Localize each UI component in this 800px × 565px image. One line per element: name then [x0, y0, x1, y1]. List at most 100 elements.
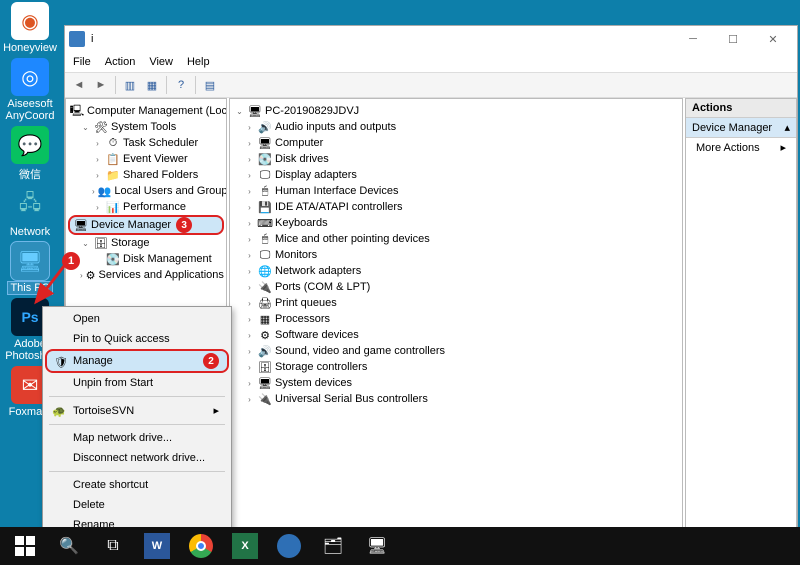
ctx-open[interactable]: Open [45, 309, 229, 329]
minimize-button[interactable]: ─ [673, 27, 713, 51]
perf-icon: 📊 [106, 200, 120, 214]
expand-icon[interactable]: › [244, 218, 255, 229]
device-category[interactable]: ›🗄Storage controllers [232, 359, 680, 375]
collapse-icon[interactable]: ⌄ [234, 106, 245, 117]
tree-local-users[interactable]: ›👥Local Users and Groups [68, 183, 224, 199]
ctx-tortoisesvn[interactable]: 🐢TortoiseSVN▸ [45, 400, 229, 421]
show-hide-tree-button[interactable]: ▥ [120, 75, 140, 95]
device-category[interactable]: ›🔊Sound, video and game controllers [232, 343, 680, 359]
desktop-icon-network[interactable]: 🖧Network [2, 186, 58, 238]
properties-button[interactable]: ▦ [142, 75, 162, 95]
actions-more[interactable]: More Actions▸ [686, 138, 796, 157]
device-category[interactable]: ›🔌Universal Serial Bus controllers [232, 391, 680, 407]
expand-icon[interactable]: › [92, 154, 103, 165]
expand-icon[interactable]: › [244, 122, 255, 133]
taskbar-mmc[interactable]: 🖥 [356, 529, 398, 563]
desktop-icon-honeyview[interactable]: ◉Honeyview [2, 2, 58, 54]
expand-icon[interactable]: › [244, 330, 255, 341]
help-button[interactable]: ? [171, 75, 191, 95]
taskbar-excel[interactable]: X [224, 529, 266, 563]
start-button[interactable] [4, 529, 46, 563]
device-category[interactable]: ›⚙Software devices [232, 327, 680, 343]
users-icon: 👥 [98, 184, 112, 198]
ctx-delete[interactable]: Delete [45, 495, 229, 515]
ctx-manage[interactable]: 🛡Manage2 [45, 349, 229, 373]
desktop-icon-aiseesoft[interactable]: ◎Aiseesoft AnyCoord [2, 58, 58, 122]
tree-task-scheduler[interactable]: ›⏱Task Scheduler [68, 135, 224, 151]
expand-icon[interactable]: › [244, 394, 255, 405]
taskbar-app-blue[interactable] [268, 529, 310, 563]
tree-root[interactable]: 🖳Computer Management (Local [68, 103, 224, 119]
taskbar-word[interactable]: W [136, 529, 178, 563]
ctx-unpin-start[interactable]: Unpin from Start [45, 373, 229, 393]
tree-system-tools[interactable]: ⌄🛠System Tools [68, 119, 224, 135]
taskbar-explorer[interactable]: 🗂 [312, 529, 354, 563]
scan-button[interactable]: ▤ [200, 75, 220, 95]
expand-icon[interactable]: › [244, 202, 255, 213]
collapse-icon[interactable]: ⌄ [80, 122, 91, 133]
expand-icon[interactable]: › [80, 270, 83, 281]
tree-shared-folders[interactable]: ›📁Shared Folders [68, 167, 224, 183]
expand-icon[interactable]: › [244, 298, 255, 309]
device-category[interactable]: ›▦Processors [232, 311, 680, 327]
device-category[interactable]: ›🖨Print queues [232, 295, 680, 311]
expand-icon[interactable]: › [244, 138, 255, 149]
tree-event-viewer[interactable]: ›📋Event Viewer [68, 151, 224, 167]
device-tree-root[interactable]: ⌄🖥PC-20190829JDVJ [232, 103, 680, 119]
desktop-icon-wechat[interactable]: 💬微信 [2, 126, 58, 182]
expand-icon[interactable]: › [244, 154, 255, 165]
device-category[interactable]: ›🖥Computer [232, 135, 680, 151]
expand-icon[interactable]: › [244, 186, 255, 197]
forward-button[interactable]: ► [91, 75, 111, 95]
device-category[interactable]: ›🔌Ports (COM & LPT) [232, 279, 680, 295]
actions-subheader[interactable]: Device Manager▴ [686, 118, 796, 138]
expand-icon[interactable]: › [244, 250, 255, 261]
tree-services-apps[interactable]: ›⚙Services and Applications [68, 267, 224, 283]
device-category[interactable]: ›🖵Monitors [232, 247, 680, 263]
ctx-disconnect-network-drive[interactable]: Disconnect network drive... [45, 448, 229, 468]
device-category[interactable]: ›🖥System devices [232, 375, 680, 391]
search-button[interactable]: 🔍 [48, 529, 90, 563]
close-button[interactable]: ✕ [753, 27, 793, 51]
device-category[interactable]: ›🖵Display adapters [232, 167, 680, 183]
back-button[interactable]: ◄ [69, 75, 89, 95]
annotation-badge-2: 2 [203, 353, 219, 369]
expand-icon[interactable]: › [244, 362, 255, 373]
device-category[interactable]: ›⌨Keyboards [232, 215, 680, 231]
device-category[interactable]: ›🌐Network adapters [232, 263, 680, 279]
expand-icon[interactable]: › [92, 138, 103, 149]
tree-performance[interactable]: ›📊Performance [68, 199, 224, 215]
menu-file[interactable]: File [73, 56, 91, 68]
menu-help[interactable]: Help [187, 56, 210, 68]
ctx-map-network-drive[interactable]: Map network drive... [45, 428, 229, 448]
tree-disk-management[interactable]: 💽Disk Management [68, 251, 224, 267]
device-category[interactable]: ›🔊Audio inputs and outputs [232, 119, 680, 135]
expand-icon[interactable]: › [244, 314, 255, 325]
menu-view[interactable]: View [149, 56, 173, 68]
expand-icon[interactable]: › [244, 378, 255, 389]
category-icon: ⌨ [258, 216, 272, 230]
tree-storage[interactable]: ⌄🗄Storage [68, 235, 224, 251]
device-category[interactable]: ›🖱Human Interface Devices [232, 183, 680, 199]
taskbar-chrome[interactable] [180, 529, 222, 563]
expand-icon[interactable]: › [244, 266, 255, 277]
tree-device-manager[interactable]: 🖥Device Manager3 [68, 215, 224, 235]
collapse-icon[interactable]: ⌄ [80, 238, 91, 249]
expand-icon[interactable]: › [244, 234, 255, 245]
expand-icon[interactable]: › [92, 170, 103, 181]
device-category[interactable]: ›💽Disk drives [232, 151, 680, 167]
device-category[interactable]: ›💾IDE ATA/ATAPI controllers [232, 199, 680, 215]
maximize-button[interactable]: ☐ [713, 27, 753, 51]
expand-icon[interactable]: › [244, 282, 255, 293]
expand-icon[interactable]: › [244, 170, 255, 181]
category-icon: 💽 [258, 152, 272, 166]
task-view-button[interactable]: ⧉ [92, 529, 134, 563]
separator [49, 471, 225, 472]
expand-icon[interactable]: › [92, 186, 95, 197]
ctx-create-shortcut[interactable]: Create shortcut [45, 475, 229, 495]
device-category[interactable]: ›🖱Mice and other pointing devices [232, 231, 680, 247]
ctx-pin-quick-access[interactable]: Pin to Quick access [45, 329, 229, 349]
menu-action[interactable]: Action [105, 56, 136, 68]
expand-icon[interactable]: › [244, 346, 255, 357]
expand-icon[interactable]: › [92, 202, 103, 213]
